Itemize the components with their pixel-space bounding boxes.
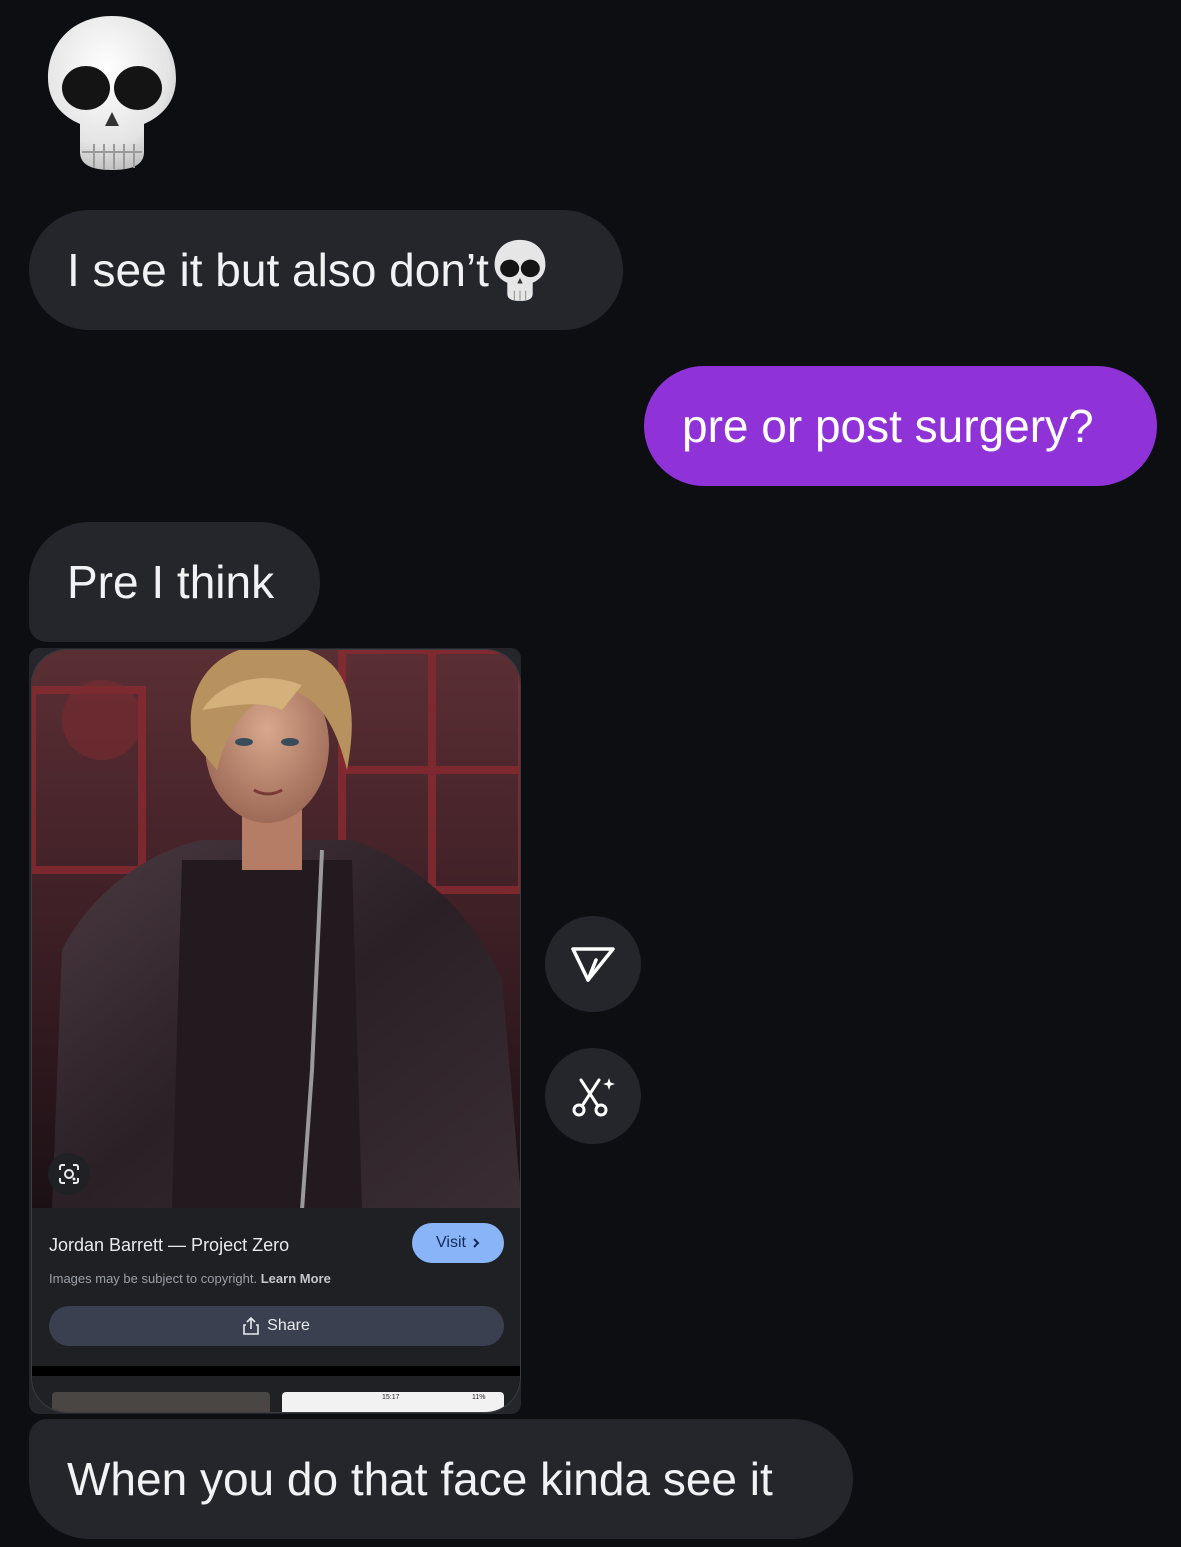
scissors-sparkle-icon xyxy=(572,1078,615,1117)
chevron-right-icon xyxy=(473,1238,480,1248)
share-button[interactable]: Share xyxy=(49,1306,504,1346)
skull-icon xyxy=(48,16,176,170)
divider xyxy=(32,1366,520,1376)
visit-label: Visit xyxy=(436,1234,466,1251)
forward-button[interactable] xyxy=(545,916,641,1012)
learn-more-link[interactable]: Learn More xyxy=(261,1271,331,1286)
edit-image-button[interactable] xyxy=(545,1048,641,1144)
thumbnail[interactable] xyxy=(52,1392,270,1412)
share-label: Share xyxy=(267,1317,310,1334)
status-time: 15:17 xyxy=(382,1394,400,1401)
thumbnail[interactable]: 15:17 11% xyxy=(282,1392,504,1412)
lens-icon xyxy=(59,1164,79,1184)
visit-button[interactable]: Visit xyxy=(412,1223,504,1263)
copyright-note: Images may be subject to copyright. Lear… xyxy=(49,1271,331,1286)
message-text: pre or post surgery? xyxy=(682,400,1094,452)
photo-image[interactable] xyxy=(32,650,521,1210)
skull-icon xyxy=(494,239,546,301)
copyright-text: Images may be subject to copyright. xyxy=(49,1271,258,1286)
incoming-message-bubble[interactable]: I see it but also don’t xyxy=(29,210,623,330)
incoming-message-bubble[interactable]: Pre I think xyxy=(29,522,320,642)
result-title: Jordan Barrett — Project Zero xyxy=(49,1235,290,1255)
message-text: I see it but also don’t xyxy=(67,244,489,296)
shared-screenshot[interactable]: Jordan Barrett — Project Zero Visit Imag… xyxy=(31,649,521,1413)
share-icon xyxy=(243,1317,259,1335)
message-text: When you do that face kinda see it xyxy=(67,1453,773,1505)
outgoing-message-bubble[interactable]: pre or post surgery? xyxy=(644,366,1157,486)
result-info-panel: Jordan Barrett — Project Zero Visit Imag… xyxy=(32,1208,520,1368)
incoming-message-bubble[interactable]: When you do that face kinda see it xyxy=(29,1419,853,1539)
message-text: Pre I think xyxy=(67,556,275,608)
battery-level: 11% xyxy=(472,1394,486,1401)
lens-button[interactable] xyxy=(48,1153,90,1195)
send-icon xyxy=(571,947,615,982)
skull-emoji-message[interactable] xyxy=(44,12,180,172)
